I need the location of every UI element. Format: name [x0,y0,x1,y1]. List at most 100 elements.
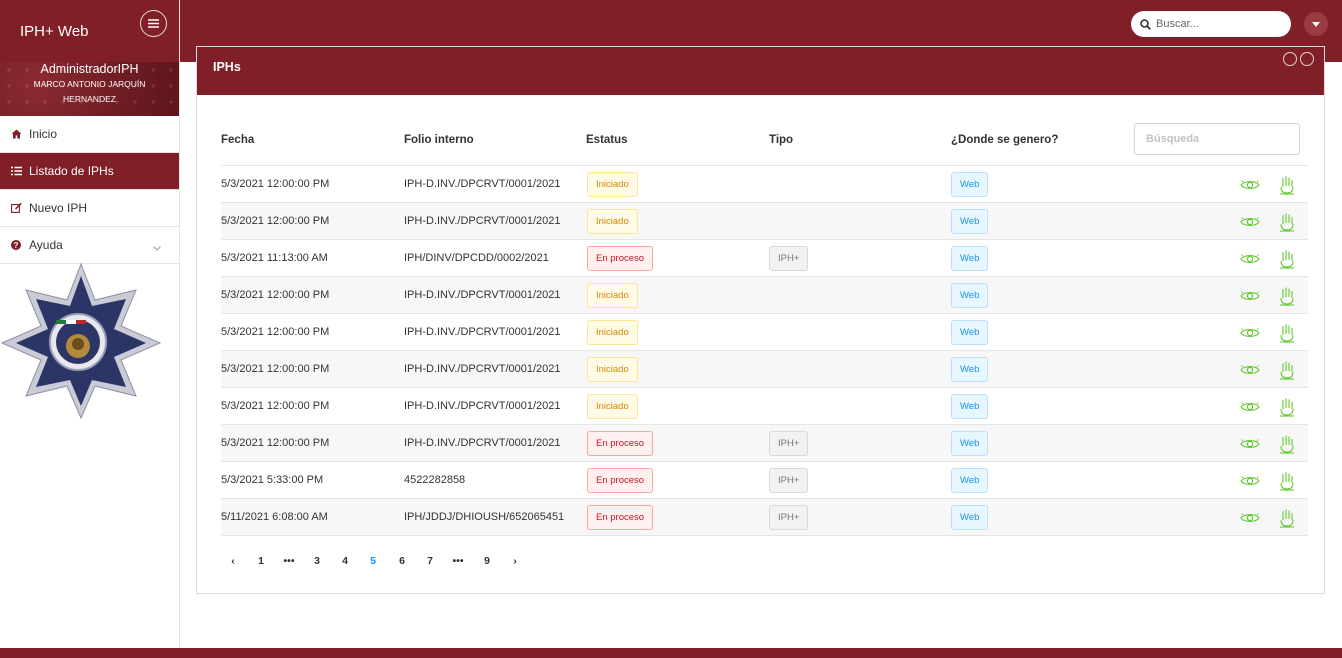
view-button[interactable] [1238,248,1262,270]
column-header-folio[interactable]: Folio interno [404,134,474,146]
search-input[interactable] [1156,18,1276,30]
status-badge: En proceso [587,431,654,456]
fingerprint-button[interactable] [1275,211,1299,233]
sidebar: IPH+ Web AdministradorIPH MARCO ANTONIO … [0,0,180,658]
origin-badge: Web [951,468,989,493]
hand-icon [1280,472,1294,491]
sidebar-item-inicio[interactable]: Inicio [0,116,179,153]
column-header-tipo[interactable]: Tipo [769,134,793,146]
police-star-emblem-icon [0,262,162,420]
eye-icon [1240,439,1260,448]
cell-folio: IPH-D.INV./DPCRVT/0001/2021 [404,400,561,412]
fingerprint-button[interactable] [1275,433,1299,455]
sidebar-item-listado[interactable]: Listado de IPHs [0,153,179,190]
hand-icon [1280,324,1294,343]
cell-folio: IPH-D.INV./DPCRVT/0001/2021 [404,178,561,190]
origin-badge: Web [951,394,989,419]
view-button[interactable] [1238,507,1262,529]
table-row: 5/3/2021 12:00:00 PM IPH-D.INV./DPCRVT/00… [221,314,1308,351]
collapse-button[interactable] [1283,52,1297,66]
eye-icon [1240,328,1260,337]
fingerprint-button[interactable] [1275,396,1299,418]
user-name: MARCO ANTONIO JARQUÍN HERNANDEZ [33,79,146,104]
user-menu-button[interactable] [1304,12,1328,36]
next-page-button[interactable]: › [507,555,523,567]
status-badge: Iniciado [587,209,638,234]
sidebar-item-label: Inicio [29,127,58,141]
eye-icon [1240,402,1260,411]
page-3[interactable]: 3 [309,555,325,567]
fingerprint-button[interactable] [1275,248,1299,270]
status-badge: Iniciado [587,283,638,308]
fingerprint-button[interactable] [1275,470,1299,492]
table-body: 5/3/2021 12:00:00 PM IPH-D.INV./DPCRVT/00… [221,166,1308,536]
sidebar-item-nuevo-iph[interactable]: Nuevo IPH [0,190,179,227]
page-ellipsis[interactable]: ••• [281,555,297,567]
page-5[interactable]: 5 [365,555,381,567]
cell-fecha: 5/3/2021 12:00:00 PM [221,400,330,412]
table-search-input[interactable] [1134,123,1300,155]
hand-icon [1280,509,1294,528]
page-6[interactable]: 6 [394,555,410,567]
cell-folio: IPH/JDDJ/DHIOUSH/652065451 [404,511,565,523]
type-badge: IPH+ [769,468,809,493]
eye-icon [1240,476,1260,485]
sidebar-item-label: Ayuda [29,238,63,252]
sidebar-item-label: Nuevo IPH [29,201,88,215]
footer-bar [0,648,1342,658]
cell-fecha: 5/3/2021 11:13:00 AM [221,252,328,264]
table-row: 5/3/2021 5:33:00 PM 4522282858 En proceso I… [221,462,1308,499]
cell-fecha: 5/3/2021 12:00:00 PM [221,326,330,338]
view-button[interactable] [1238,470,1262,492]
fingerprint-button[interactable] [1275,285,1299,307]
iphs-card: IPHs Fecha Folio interno Estatus Tipo ¿D… [196,46,1325,594]
fingerprint-button[interactable] [1275,359,1299,381]
view-button[interactable] [1238,174,1262,196]
status-badge: Iniciado [587,357,638,382]
table-row: 5/3/2021 12:00:00 PM IPH-D.INV./DPCRVT/00… [221,351,1308,388]
view-button[interactable] [1238,211,1262,233]
search-box[interactable] [1131,11,1291,37]
card-title: IPHs [213,60,241,74]
page-1[interactable]: 1 [253,555,269,567]
hand-icon [1280,250,1294,269]
column-header-donde[interactable]: ¿Donde se genero? [951,134,1058,146]
type-badge: IPH+ [769,246,809,271]
close-button[interactable] [1300,52,1314,66]
status-badge: En proceso [587,505,654,530]
table-row: 5/3/2021 12:00:00 PM IPH-D.INV./DPCRVT/00… [221,425,1308,462]
hand-icon [1280,287,1294,306]
origin-badge: Web [951,209,989,234]
column-header-fecha[interactable]: Fecha [221,134,254,146]
edit-icon [9,203,23,213]
page-4[interactable]: 4 [337,555,353,567]
origin-badge: Web [951,283,989,308]
view-button[interactable] [1238,433,1262,455]
cell-folio: IPH-D.INV./DPCRVT/0001/2021 [404,437,561,449]
view-button[interactable] [1238,322,1262,344]
fingerprint-button[interactable] [1275,174,1299,196]
sidebar-item-ayuda[interactable]: ? Ayuda [0,227,179,264]
table-row: 5/3/2021 12:00:00 PM IPH-D.INV./DPCRVT/00… [221,203,1308,240]
status-badge: En proceso [587,468,654,493]
svg-text:?: ? [14,241,19,250]
page-9[interactable]: 9 [479,555,495,567]
view-button[interactable] [1238,285,1262,307]
list-icon [9,166,23,176]
cell-fecha: 5/3/2021 12:00:00 PM [221,363,330,375]
cell-folio: 4522282858 [404,474,466,486]
page-7[interactable]: 7 [422,555,438,567]
view-button[interactable] [1238,396,1262,418]
table-header: Fecha Folio interno Estatus Tipo ¿Donde … [221,122,1308,166]
menu-toggle-button[interactable] [140,10,167,37]
page-ellipsis[interactable]: ••• [450,555,466,567]
column-header-estatus[interactable]: Estatus [586,134,628,146]
status-badge: Iniciado [587,394,638,419]
prev-page-button[interactable]: ‹ [225,555,241,567]
question-circle-icon: ? [9,240,23,250]
fingerprint-button[interactable] [1275,507,1299,529]
fingerprint-button[interactable] [1275,322,1299,344]
table-row: 5/3/2021 11:13:00 AM IPH/DINV/DPCDD/0002/… [221,240,1308,277]
status-badge: Iniciado [587,172,638,197]
view-button[interactable] [1238,359,1262,381]
